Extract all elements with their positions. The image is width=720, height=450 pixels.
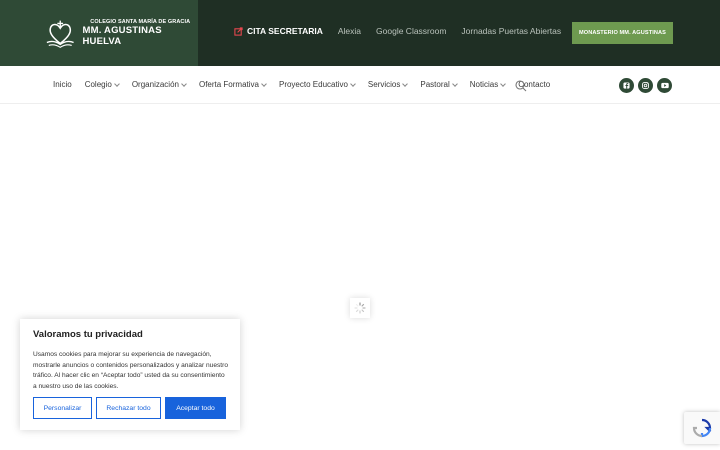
monasterio-button[interactable]: MONASTERIO MM. AGUSTINAS [572,22,673,44]
top-link-google-classroom[interactable]: Google Classroom [376,26,446,36]
youtube-icon [660,82,669,89]
top-link-alexia[interactable]: Alexia [338,26,361,36]
cookie-title: Valoramos tu privacidad [33,329,143,340]
instagram-icon [642,82,649,89]
social-links [619,78,676,93]
chevron-down-icon [451,80,458,87]
search-button[interactable] [515,79,527,97]
top-link-jornadas[interactable]: Jornadas Puertas Abiertas [461,26,561,36]
nav-label: Inicio [53,80,72,89]
chevron-down-icon [113,80,120,87]
cookie-consent-banner: Valoramos tu privacidad Usamos cookies p… [20,319,240,430]
customize-cookies-button[interactable]: Personalizar [33,397,92,419]
main-navigation: Inicio Colegio Organización Oferta Forma… [0,66,720,104]
chevron-down-icon [402,80,409,87]
nav-item-colegio[interactable]: Colegio [84,80,120,89]
spinner-icon [354,302,366,314]
chevron-down-icon [261,80,267,87]
instagram-link[interactable] [638,78,653,93]
top-link-cita-secretaria[interactable]: CITA SECRETARIA [234,26,323,36]
nav-label: Colegio [84,80,112,89]
chevron-down-icon [181,80,187,87]
nav-label: Noticias [469,80,499,89]
nav-item-inicio[interactable]: Inicio [53,80,72,89]
external-edit-icon [234,26,243,36]
nav-label: Organización [131,80,179,89]
search-icon [515,80,527,92]
chevron-down-icon [500,80,507,87]
nav-item-organizacion[interactable]: Organización [131,80,187,89]
recaptcha-badge[interactable] [684,412,720,444]
nav-label: Servicios [367,80,401,89]
nav-label: Oferta Formativa [198,80,259,89]
top-link-label: CITA SECRETARIA [247,26,323,36]
nav-item-pastoral[interactable]: Pastoral [420,80,458,89]
nav-label: Proyecto Educativo [278,80,348,89]
top-bar: COLEGIO SANTA MARÍA DE GRACIA MM. AGUSTI… [0,0,720,66]
loading-spinner [350,298,370,318]
heart-book-logo-icon [46,20,74,49]
youtube-link[interactable] [657,78,672,93]
site-logo[interactable]: COLEGIO SANTA MARÍA DE GRACIA MM. AGUSTI… [0,0,198,66]
top-links: CITA SECRETARIA Alexia Google Classroom … [234,26,576,36]
nav-item-noticias[interactable]: Noticias [469,80,507,89]
nav-item-servicios[interactable]: Servicios [367,80,409,89]
nav-item-oferta-formativa[interactable]: Oferta Formativa [198,80,267,89]
reject-cookies-button[interactable]: Rechazar todo [96,397,161,419]
facebook-icon [623,82,630,89]
cookie-text: Usamos cookies para mejorar su experienc… [33,351,228,390]
accept-cookies-button[interactable]: Aceptar todo [165,397,226,419]
chevron-down-icon [350,80,356,87]
logo-school-subtitle: MM. AGUSTINAS HUELVA [82,25,162,47]
nav-item-proyecto-educativo[interactable]: Proyecto Educativo [278,80,356,89]
facebook-link[interactable] [619,78,634,93]
recaptcha-icon [692,418,712,438]
nav-label: Pastoral [420,80,450,89]
